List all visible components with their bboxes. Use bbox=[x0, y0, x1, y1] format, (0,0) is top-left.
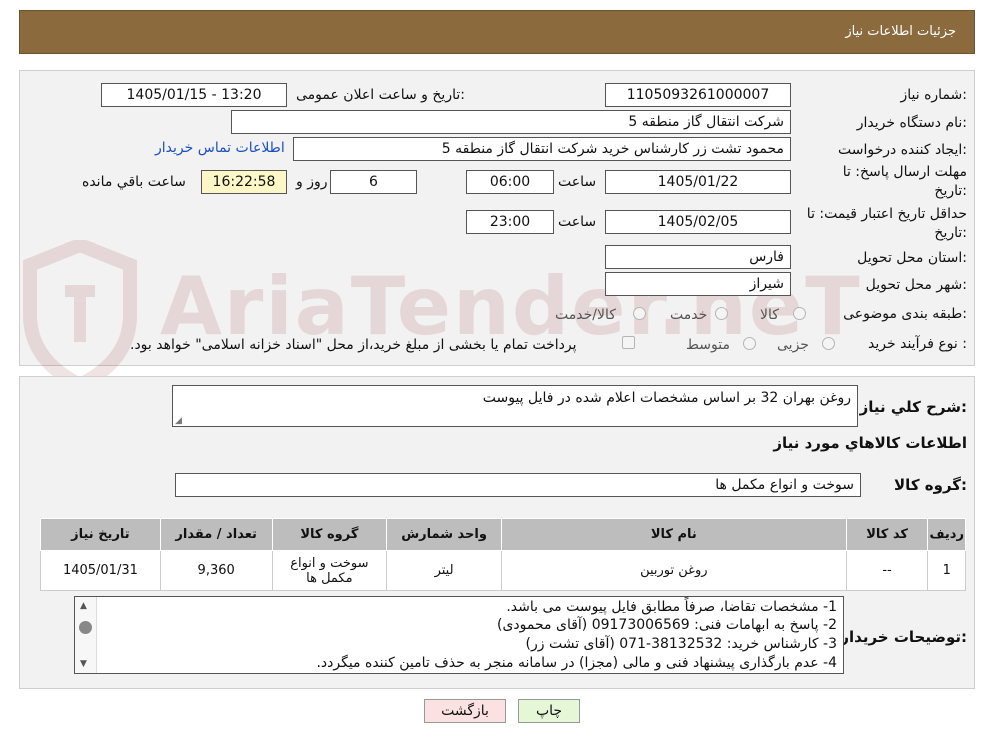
validity-date-field: 1405/02/05 bbox=[605, 210, 791, 234]
deadline-time-label: ساعت bbox=[558, 174, 597, 190]
goods-info-title: اطلاعات کالاهاي مورد نياز bbox=[773, 434, 967, 452]
process-label: نوع فرآیند خرید : bbox=[868, 336, 967, 352]
goods-group-field: سوخت و انواع مکمل ها bbox=[175, 473, 861, 497]
page-header: جزئیات اطلاعات نیاز bbox=[19, 10, 975, 54]
category-goods-service-label: کالا/خدمت bbox=[555, 307, 616, 323]
days-field: 6 bbox=[330, 170, 417, 194]
items-table: تاریخ نیاز تعداد / مقدار گروه کالا واحد … bbox=[40, 518, 966, 591]
table-header-row: تاریخ نیاز تعداد / مقدار گروه کالا واحد … bbox=[40, 518, 966, 551]
province-label: استان محل تحویل: bbox=[857, 250, 967, 266]
cell-group: سوخت و انواع مکمل ها bbox=[271, 550, 388, 591]
print-button[interactable]: چاپ bbox=[518, 699, 580, 723]
description-field[interactable]: روغن بهران 32 بر اساس مشخصات اعلام شده د… bbox=[172, 385, 858, 427]
need-number-label: شماره نیاز: bbox=[900, 87, 967, 103]
treasury-payment-checkbox[interactable] bbox=[622, 336, 635, 349]
col-name: نام کالا bbox=[500, 518, 847, 551]
page-title: جزئیات اطلاعات نیاز bbox=[845, 24, 956, 39]
need-number-field: 1105093261000007 bbox=[605, 83, 791, 107]
province-field: فارس bbox=[605, 245, 791, 269]
process-medium-label: متوسط bbox=[686, 337, 730, 353]
category-goods-service-radio[interactable] bbox=[633, 307, 646, 320]
category-goods-label: کالا bbox=[760, 307, 779, 323]
note-line-4: 4- عدم بارگذاری پیشنهاد فنی و مالی (مجزا… bbox=[316, 655, 837, 671]
city-label: شهر محل تحویل: bbox=[865, 277, 967, 293]
remaining-time-field: 16:22:58 bbox=[201, 170, 287, 194]
category-service-label: خدمت bbox=[670, 307, 708, 323]
validity-time-label: ساعت bbox=[558, 214, 597, 230]
cell-date: 1405/01/31 bbox=[40, 550, 161, 591]
buyer-org-field: شرکت انتقال گاز منطقه 5 bbox=[231, 110, 791, 134]
col-code: کد کالا bbox=[845, 518, 929, 551]
resize-handle-icon[interactable]: ◢ bbox=[175, 416, 182, 426]
days-label: روز و bbox=[296, 174, 328, 190]
city-field: شیراز bbox=[605, 272, 791, 296]
process-medium-radio[interactable] bbox=[743, 337, 756, 350]
col-group: گروه کالا bbox=[271, 518, 388, 551]
creator-label: ایجاد کننده درخواست: bbox=[838, 142, 967, 158]
creator-field: محمود تشت زر کارشناس خرید شرکت انتقال گا… bbox=[293, 137, 791, 161]
notes-scrollbar[interactable]: ▲ ▼ bbox=[75, 597, 97, 673]
back-button[interactable]: بازگشت bbox=[424, 699, 506, 723]
scroll-down-icon[interactable]: ▼ bbox=[80, 659, 87, 669]
notes-label: توضیحات خریدار: bbox=[840, 628, 967, 646]
description-label: شرح کلي نياز: bbox=[859, 398, 967, 416]
col-row: ردیف bbox=[927, 518, 966, 551]
note-line-3: 3- کارشناس خرید: 38132532-071 (آقای تشت … bbox=[525, 636, 837, 652]
table-row: 1405/01/31 9,360 سوخت و انواع مکمل ها لی… bbox=[40, 550, 966, 591]
category-service-radio[interactable] bbox=[715, 307, 728, 320]
treasury-payment-text: پرداخت تمام یا بخشی از مبلغ خرید،از محل … bbox=[130, 337, 577, 353]
scroll-thumb[interactable] bbox=[79, 621, 92, 634]
category-goods-radio[interactable] bbox=[793, 307, 806, 320]
validity-label-2: تاریخ: bbox=[934, 225, 967, 241]
cell-row: 1 bbox=[927, 550, 966, 591]
goods-group-label: گروه کالا: bbox=[894, 476, 967, 494]
announce-label: تاریخ و ساعت اعلان عمومی: bbox=[296, 87, 465, 103]
validity-label: حداقل تاریخ اعتبار قیمت: تا bbox=[806, 206, 967, 222]
note-line-1: 1- مشخصات تقاضا، صرفاً مطابق فایل پیوست … bbox=[506, 599, 837, 615]
notes-field[interactable]: ▲ ▼ 1- مشخصات تقاضا، صرفاً مطابق فایل پی… bbox=[74, 596, 844, 674]
col-quantity: تعداد / مقدار bbox=[159, 518, 273, 551]
deadline-label-2: تاریخ: bbox=[934, 183, 967, 199]
process-minor-label: جزیی bbox=[777, 337, 809, 353]
category-label: طبقه بندی موضوعی: bbox=[843, 306, 967, 322]
process-minor-radio[interactable] bbox=[822, 337, 835, 350]
cell-unit: لیتر bbox=[386, 550, 502, 591]
cell-code: -- bbox=[845, 550, 929, 591]
validity-time-field: 23:00 bbox=[466, 210, 554, 234]
note-line-2: 2- پاسخ به ابهامات فنی: 09173006569 (آقا… bbox=[497, 617, 837, 633]
scroll-up-icon[interactable]: ▲ bbox=[80, 601, 87, 611]
deadline-time-field: 06:00 bbox=[466, 170, 554, 194]
col-date: تاریخ نیاز bbox=[40, 518, 161, 551]
deadline-date-field: 1405/01/22 bbox=[605, 170, 791, 194]
contact-buyer-link[interactable]: اطلاعات تماس خریدار bbox=[155, 140, 285, 156]
announce-field: 1405/01/15 - 13:20 bbox=[101, 83, 287, 107]
cell-quantity: 9,360 bbox=[159, 550, 273, 591]
deadline-label: مهلت ارسال پاسخ: تا bbox=[842, 164, 967, 180]
remaining-label: ساعت باقي مانده bbox=[82, 174, 186, 190]
cell-name: روغن توربین bbox=[500, 550, 847, 591]
buyer-org-label: نام دستگاه خریدار: bbox=[856, 115, 967, 131]
col-unit: واحد شمارش bbox=[386, 518, 502, 551]
